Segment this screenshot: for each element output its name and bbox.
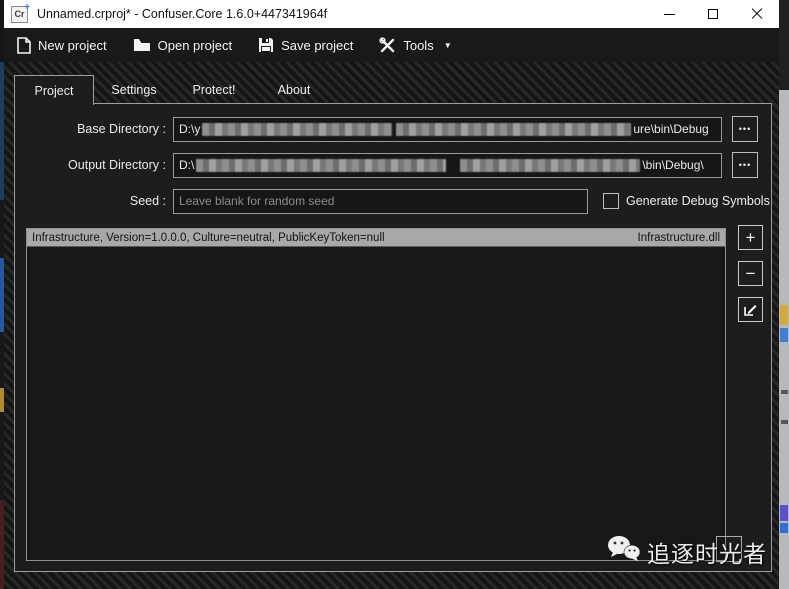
save-project-label: Save project bbox=[281, 37, 354, 53]
project-tab-panel: Base Directory : D:\y ure\bin\Debug ••• O… bbox=[14, 103, 772, 572]
background-window-sliver bbox=[779, 0, 789, 90]
module-list[interactable]: Infrastructure, Version=1.0.0.0, Culture… bbox=[26, 228, 726, 561]
minus-icon: − bbox=[745, 263, 756, 283]
output-directory-suffix: \bin\Debug\ bbox=[642, 158, 704, 172]
module-list-row[interactable]: Infrastructure, Version=1.0.0.0, Culture… bbox=[27, 229, 725, 247]
app-icon: Cr + bbox=[11, 2, 30, 23]
seed-row: Seed : Generate Debug Symbols bbox=[15, 188, 771, 214]
tools-menu-button[interactable]: Tools ▼ bbox=[366, 28, 464, 62]
save-project-button[interactable]: Save project bbox=[245, 28, 366, 62]
output-directory-input[interactable]: D:\ \bin\Debug\ bbox=[173, 152, 722, 178]
seed-label: Seed : bbox=[129, 194, 166, 208]
base-directory-input[interactable]: D:\y ure\bin\Debug bbox=[173, 116, 722, 142]
tab-settings-label: Settings bbox=[111, 82, 157, 97]
base-directory-browse-button[interactable]: ••• bbox=[732, 116, 758, 142]
background-icon-speck bbox=[781, 420, 788, 424]
toolbar: New project Open project Save project To… bbox=[4, 28, 779, 62]
tab-protect[interactable]: Protect! bbox=[174, 75, 254, 104]
redacted-path-segment bbox=[396, 122, 632, 136]
app-icon-text: Cr bbox=[14, 9, 25, 19]
maximize-button[interactable] bbox=[691, 0, 735, 28]
minimize-button[interactable] bbox=[647, 0, 691, 28]
module-file-name: Infrastructure.dll bbox=[637, 231, 720, 244]
tab-settings[interactable]: Settings bbox=[94, 75, 174, 104]
tools-label: Tools bbox=[403, 37, 434, 53]
base-directory-row: Base Directory : D:\y ure\bin\Debug ••• bbox=[15, 116, 771, 142]
background-icon-speck bbox=[780, 505, 788, 521]
background-icon-speck bbox=[780, 328, 788, 342]
window-title: Unnamed.crproj* - Confuser.Core 1.6.0+44… bbox=[37, 7, 328, 21]
window-controls bbox=[647, 0, 779, 28]
chevron-down-icon: ▼ bbox=[443, 40, 452, 50]
output-directory-browse-button[interactable]: ••• bbox=[732, 152, 758, 178]
close-icon bbox=[751, 8, 763, 20]
tab-protect-label: Protect! bbox=[192, 82, 236, 97]
output-directory-prefix: D:\ bbox=[179, 158, 195, 172]
background-icon-speck bbox=[781, 390, 788, 394]
tools-icon bbox=[379, 36, 396, 54]
maximize-icon bbox=[708, 9, 718, 19]
minimize-icon bbox=[663, 13, 675, 15]
background-icon-speck bbox=[780, 523, 788, 533]
generate-debug-symbols-label: Generate Debug Symbols bbox=[626, 194, 770, 208]
seed-input[interactable] bbox=[173, 188, 588, 214]
remove-module-button[interactable]: − bbox=[738, 261, 763, 286]
save-floppy-icon bbox=[258, 37, 274, 53]
output-directory-row: Output Directory : D:\ \bin\Debug\ ••• bbox=[15, 152, 771, 178]
output-directory-label: Output Directory : bbox=[68, 158, 166, 172]
tab-about[interactable]: About bbox=[254, 75, 334, 104]
base-directory-label: Base Directory : bbox=[77, 122, 166, 136]
close-button[interactable] bbox=[735, 0, 779, 28]
open-project-button[interactable]: Open project bbox=[120, 28, 245, 62]
watermark: 追逐时光者 bbox=[607, 535, 767, 569]
edit-pencil-icon bbox=[743, 302, 758, 317]
base-directory-prefix: D:\y bbox=[179, 122, 201, 136]
main-area: Project Settings Protect! About Base Dir… bbox=[4, 62, 779, 589]
app-icon-plus: + bbox=[24, 1, 30, 13]
tab-about-label: About bbox=[277, 82, 311, 97]
tab-project[interactable]: Project bbox=[14, 75, 94, 105]
new-project-label: New project bbox=[38, 37, 107, 53]
generate-debug-symbols-checkbox[interactable] bbox=[603, 193, 619, 209]
edit-module-button[interactable] bbox=[738, 297, 763, 322]
module-assembly-name: Infrastructure, Version=1.0.0.0, Culture… bbox=[32, 231, 385, 244]
open-project-label: Open project bbox=[157, 37, 233, 53]
base-directory-suffix: ure\bin\Debug bbox=[633, 122, 709, 136]
background-icon-speck bbox=[780, 305, 788, 325]
tab-project-label: Project bbox=[34, 83, 74, 98]
redacted-path-segment bbox=[460, 158, 641, 172]
confuserex-window: Cr + Unnamed.crproj* - Confuser.Core 1.6… bbox=[0, 0, 789, 589]
open-folder-icon bbox=[133, 38, 151, 52]
redacted-path-segment bbox=[196, 158, 447, 172]
redacted-path-segment bbox=[202, 122, 393, 136]
add-module-button[interactable]: + bbox=[738, 225, 763, 250]
watermark-text: 追逐时光者 bbox=[647, 541, 767, 567]
plus-icon: + bbox=[745, 227, 756, 247]
tab-strip: Project Settings Protect! About bbox=[14, 75, 334, 105]
titlebar: Cr + Unnamed.crproj* - Confuser.Core 1.6… bbox=[4, 0, 779, 28]
new-document-icon bbox=[17, 36, 31, 54]
new-project-button[interactable]: New project bbox=[4, 28, 120, 62]
wechat-icon bbox=[607, 535, 641, 569]
